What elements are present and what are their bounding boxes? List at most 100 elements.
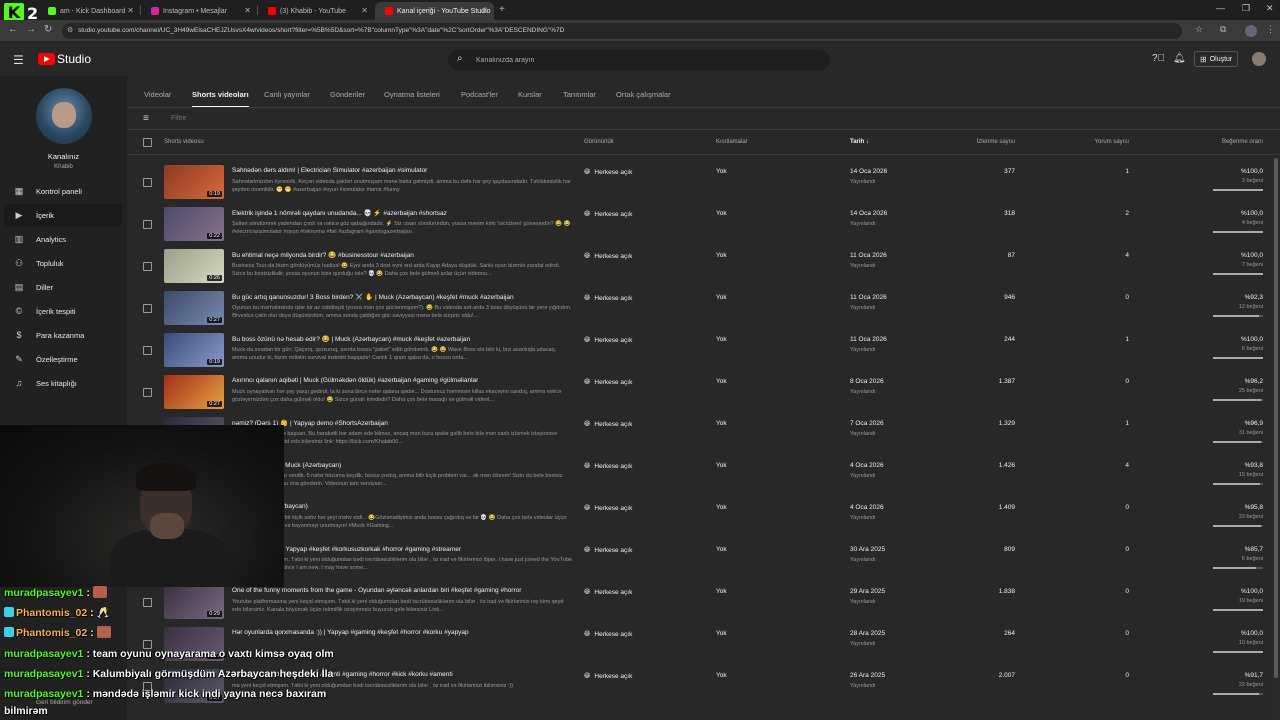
- video-title[interactable]: Sahnədən dərs aldım! | Electrician Simul…: [232, 167, 572, 174]
- visibility-cell[interactable]: 🌐︎ Herkese açık: [584, 293, 632, 303]
- video-title[interactable]: Axırıncı qalanın aqibəti | Muck (Gülməkd…: [232, 377, 572, 384]
- sidebar-item-content[interactable]: ▶ İçerik: [4, 204, 122, 226]
- close-tab-icon[interactable]: ✕: [361, 6, 368, 15]
- tab-courses[interactable]: Kurslar: [518, 90, 542, 99]
- row-checkbox[interactable]: [143, 598, 152, 607]
- site-info-icon[interactable]: ⚙: [67, 23, 73, 39]
- tab-playlists[interactable]: Oynatma listeleri: [384, 90, 440, 99]
- chat-username[interactable]: muradpasayev1: [4, 688, 83, 700]
- video-thumbnail[interactable]: 0:27: [164, 291, 224, 325]
- column-header-comments[interactable]: Yorum sayısı: [1047, 139, 1129, 145]
- table-row[interactable]: 0:26 Bu ehtimal neçə milyonda birdir? 😂 …: [127, 246, 1272, 288]
- tab-podcasts[interactable]: Podcast'ler: [461, 90, 498, 99]
- column-header-views[interactable]: İzlenme sayısı: [935, 139, 1015, 145]
- row-checkbox[interactable]: [143, 346, 152, 355]
- filter-input[interactable]: Filtre: [171, 115, 187, 122]
- row-checkbox[interactable]: [143, 304, 152, 313]
- video-thumbnail[interactable]: 0:22: [164, 207, 224, 241]
- filter-icon[interactable]: ≡: [143, 113, 149, 124]
- sidebar-item-audio-library[interactable]: ♫ Ses kitaplığı: [4, 372, 122, 394]
- table-row[interactable]: 0:27 Bu güc artıq qanunsuzdur! 3 Boss bi…: [127, 288, 1272, 330]
- channel-search[interactable]: ⌕: [448, 50, 830, 70]
- browser-menu-icon[interactable]: ⋮: [1266, 24, 1275, 35]
- sidebar-item-content-detection[interactable]: © İçerik tespiti: [4, 300, 122, 322]
- row-checkbox[interactable]: [143, 178, 152, 187]
- table-row[interactable]: 0:27 Axırıncı qalanın aqibəti | Muck (Gü…: [127, 372, 1272, 414]
- visibility-cell[interactable]: 🌐︎ Herkese açık: [584, 545, 632, 555]
- table-row[interactable]: 0:19 Sahnədən dərs aldım! | Electrician …: [127, 162, 1272, 204]
- studio-logo[interactable]: Studio: [38, 52, 91, 66]
- window-close-icon[interactable]: ✕: [1266, 3, 1274, 14]
- sidebar-item-analytics[interactable]: ▥ Analytics: [4, 228, 122, 250]
- column-header-likes[interactable]: Beğenme oranı: [1177, 139, 1263, 145]
- video-thumbnail[interactable]: 0:19: [164, 165, 224, 199]
- visibility-cell[interactable]: 🌐︎ Herkese açık: [584, 587, 632, 597]
- table-row[interactable]: 0:17: [127, 156, 1272, 160]
- back-icon[interactable]: ←: [8, 24, 18, 35]
- scrollbar-thumb[interactable]: [1274, 158, 1278, 678]
- browser-profile-avatar[interactable]: [1245, 25, 1257, 37]
- table-row[interactable]: 0:27 nəmiz? (Dərs 1) 👶 | Yapyap demo #Sh…: [127, 414, 1272, 456]
- reload-icon[interactable]: ↻: [44, 24, 52, 35]
- close-tab-icon[interactable]: ✕: [127, 6, 134, 15]
- visibility-cell[interactable]: 🌐︎ Herkese açık: [584, 461, 632, 471]
- channel-avatar[interactable]: [36, 88, 92, 144]
- forward-icon[interactable]: →: [26, 24, 36, 35]
- sidebar-item-monetization[interactable]: $ Para kazanma: [4, 324, 122, 346]
- close-tab-icon[interactable]: ✕: [481, 6, 488, 15]
- table-row[interactable]: 0:27 çik suprizi 😂 😂 | Yapyap #keşfet #k…: [127, 540, 1272, 582]
- video-thumbnail[interactable]: 0:29: [164, 585, 224, 619]
- visibility-cell[interactable]: 🌐︎ Herkese açık: [584, 629, 632, 639]
- browser-tab[interactable]: am - Kick Dashboard ✕: [38, 2, 140, 20]
- video-title[interactable]: Bu güc artıq qanunsuzdur! 3 Boss birden?…: [232, 293, 572, 301]
- video-thumbnail[interactable]: 0:19: [164, 333, 224, 367]
- visibility-cell[interactable]: 🌐︎ Herkese açık: [584, 377, 632, 387]
- visibility-cell[interactable]: 🌐︎ Herkese açık: [584, 503, 632, 513]
- sidebar-item-community[interactable]: ⚇ Topluluk: [4, 252, 122, 274]
- browser-tab[interactable]: Instagram • Mesajlar ✕: [141, 2, 257, 20]
- table-row[interactable]: 0:27 qdıq! | Muck (Azərbaycan) ck oynayı…: [127, 498, 1272, 540]
- table-row[interactable]: 0:27 mən ölürəm? 💀 | Muck (Azərbaycan) l…: [127, 456, 1272, 498]
- video-thumbnail[interactable]: 0:26: [164, 249, 224, 283]
- video-title[interactable]: Hər oyunlarda qorxmasanda :)) | Yapyap #…: [232, 629, 572, 636]
- minimize-icon[interactable]: —: [1216, 3, 1225, 13]
- table-row[interactable]: 0:19 Bu boss özünü nə hesab edir? 😂 | Mu…: [127, 330, 1272, 372]
- close-tab-icon[interactable]: ✕: [244, 6, 251, 15]
- tab-promotions[interactable]: Tanıtımlar: [563, 90, 596, 99]
- video-title[interactable]: Elektrik işində 1 nömrəli qaydanı unudan…: [232, 209, 572, 217]
- visibility-cell[interactable]: 🌐︎ Herkese açık: [584, 419, 632, 429]
- chat-username[interactable]: muradpasayev1: [4, 587, 83, 599]
- visibility-cell[interactable]: 🌐︎ Herkese açık: [584, 167, 632, 177]
- create-button[interactable]: ⊞ Oluştur: [1194, 51, 1239, 67]
- extensions-icon[interactable]: ⧉: [1220, 24, 1226, 35]
- account-avatar[interactable]: [1252, 52, 1266, 66]
- row-checkbox[interactable]: [143, 262, 152, 271]
- row-checkbox[interactable]: [143, 220, 152, 229]
- tab-live[interactable]: Canlı yayınlar: [264, 90, 310, 99]
- browser-tab[interactable]: (3) Khabib - YouTube ✕: [258, 2, 374, 20]
- select-all-checkbox[interactable]: [143, 138, 152, 147]
- bookmark-star-icon[interactable]: ☆: [1195, 24, 1203, 35]
- sidebar-item-customization[interactable]: ✎ Özelleştirme: [4, 348, 122, 370]
- row-checkbox[interactable]: [143, 388, 152, 397]
- help-icon[interactable]: ?⃝: [1152, 53, 1165, 64]
- visibility-cell[interactable]: 🌐︎ Herkese açık: [584, 209, 632, 219]
- hamburger-menu-icon[interactable]: ☰: [13, 53, 24, 67]
- filter-bar[interactable]: ≡ Filtre: [127, 108, 1280, 130]
- video-title[interactable]: Bu boss özünü nə hesab edir? 😂 | Muck (A…: [232, 335, 572, 343]
- chat-username[interactable]: muradpasayev1: [4, 668, 83, 680]
- visibility-cell[interactable]: 🌐︎ Herkese açık: [584, 251, 632, 261]
- tab-posts[interactable]: Gönderiler: [330, 90, 365, 99]
- visibility-cell[interactable]: 🌐︎ Herkese açık: [584, 671, 632, 681]
- notifications-bell-icon[interactable]: 🔔︎: [1173, 53, 1186, 64]
- maximize-icon[interactable]: ❐: [1242, 3, 1250, 14]
- chat-username[interactable]: Phantomis_02: [16, 627, 87, 639]
- scrollbar[interactable]: [1272, 156, 1280, 720]
- visibility-cell[interactable]: 🌐︎ Herkese açık: [584, 335, 632, 345]
- table-row[interactable]: 0:29 One of the funny moments from the g…: [127, 582, 1272, 624]
- sidebar-item-dashboard[interactable]: ▦ Kontrol paneli: [4, 180, 122, 202]
- search-input[interactable]: [476, 53, 816, 67]
- new-tab-icon[interactable]: +: [499, 4, 505, 15]
- tab-shorts[interactable]: Shorts videoları: [192, 90, 249, 108]
- column-header-date[interactable]: Tarih ↓: [850, 139, 869, 145]
